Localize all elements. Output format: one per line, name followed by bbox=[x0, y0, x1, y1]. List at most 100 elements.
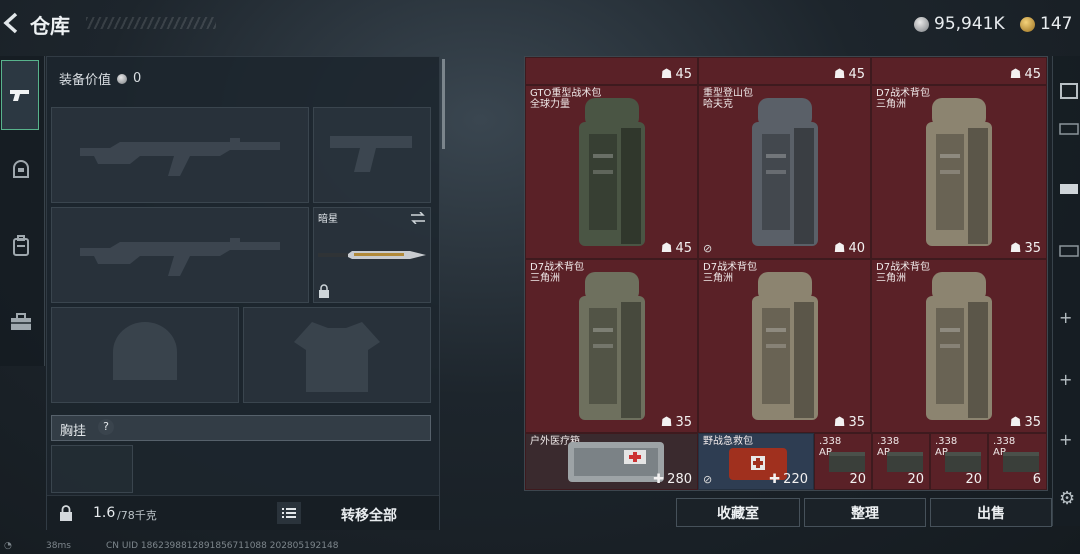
item-capacity: ☗ 35 bbox=[1009, 241, 1041, 256]
helmet-slot[interactable] bbox=[51, 307, 239, 403]
no-export-icon: ⊘ bbox=[703, 473, 713, 486]
rail-container-icon[interactable] bbox=[1059, 80, 1080, 103]
item-capacity: ☗ 35 bbox=[833, 415, 865, 430]
rail-container-item[interactable] bbox=[1059, 180, 1080, 199]
plus-icon: ✚ bbox=[769, 472, 781, 487]
stash-item-ammo[interactable]: .338 AP 20 bbox=[930, 433, 988, 490]
equipment-value-amount: 0 bbox=[133, 71, 142, 86]
sort-button[interactable]: 整理 bbox=[804, 498, 926, 527]
carry-weight: 1.6 bbox=[93, 505, 116, 521]
item-name-line1: 重型登山包 bbox=[703, 88, 753, 99]
item-name: 重型登山包 哈夫克 bbox=[703, 88, 753, 110]
transfer-all-button[interactable]: 转移全部 bbox=[341, 505, 397, 525]
equipment-panel: 装备价值 0 暗星 胸挂 ? 1.6 /78千克 转移全部 bbox=[46, 56, 445, 530]
armor-silhouette-icon bbox=[294, 322, 380, 392]
equipment-value-label: 装备价值 bbox=[59, 73, 112, 88]
medical-case-icon bbox=[568, 442, 664, 482]
item-name-line2: 哈夫克 bbox=[703, 99, 733, 110]
stash-item-backpack[interactable]: D7战术背包 三角洲 ☗ 35 bbox=[525, 259, 698, 433]
secondary-weapon-slot[interactable] bbox=[51, 207, 309, 303]
chest-rig-slot[interactable]: 胸挂 ? bbox=[51, 415, 431, 441]
item-capacity: ☗ 45 bbox=[1009, 67, 1041, 82]
rifle-silhouette-icon bbox=[80, 238, 280, 276]
equipment-value: 装备价值 0 bbox=[59, 69, 141, 88]
rail-container-item[interactable] bbox=[1059, 120, 1080, 139]
stash-item-ammo[interactable]: .338 AP 20 bbox=[872, 433, 930, 490]
stash-item-partial[interactable]: ☗ 45 bbox=[698, 57, 871, 85]
capacity-icon: ☗ bbox=[1009, 415, 1022, 430]
stash-item-partial[interactable]: ☗ 45 bbox=[871, 57, 1047, 85]
capacity-icon: ☗ bbox=[833, 67, 846, 82]
ping-readout: 38ms bbox=[46, 541, 71, 551]
item-capacity: ☗ 45 bbox=[660, 241, 692, 256]
stash-item-backpack[interactable]: D7战术背包 三角洲 ☗ 35 bbox=[698, 259, 871, 433]
uid-readout: CN UID 1862398812891856711088 2028051921… bbox=[106, 541, 339, 551]
pistol-silhouette-icon bbox=[330, 136, 412, 172]
backpack-icon bbox=[13, 235, 29, 256]
add-container-icon[interactable]: + bbox=[1059, 370, 1080, 389]
capacity-icon: ☗ bbox=[660, 241, 673, 256]
gold-coin-icon bbox=[1020, 16, 1035, 32]
weight-lock-icon bbox=[60, 505, 72, 521]
pistol-slot[interactable] bbox=[313, 107, 431, 203]
equipment-scrollbar[interactable] bbox=[442, 59, 445, 149]
collection-room-button[interactable]: 收藏室 bbox=[676, 498, 800, 527]
primary-weapon-slot[interactable] bbox=[51, 107, 309, 203]
item-name-line2: 三角洲 bbox=[876, 273, 906, 284]
item-capacity: ☗ 40 bbox=[833, 241, 865, 256]
stash-item-partial[interactable]: ☗ 45 bbox=[525, 57, 698, 85]
stash-item-medkit[interactable]: 户外医疗箱 ✚ 280 bbox=[525, 433, 698, 490]
melee-slot-label: 暗星 bbox=[318, 214, 338, 225]
item-capacity: ☗ 45 bbox=[660, 67, 692, 82]
item-capacity: ☗ 35 bbox=[1009, 415, 1041, 430]
rail-weapons-tab[interactable] bbox=[1, 60, 39, 130]
status-line: ◔ 38ms CN UID 1862398812891856711088 202… bbox=[0, 540, 1080, 554]
backpack-item-icon bbox=[926, 98, 992, 246]
help-icon[interactable]: ? bbox=[98, 419, 114, 435]
rail-backpack-tab[interactable] bbox=[3, 228, 39, 264]
swap-icon[interactable] bbox=[410, 212, 426, 224]
title-decoration bbox=[86, 17, 216, 29]
stash-item-backpack[interactable]: D7战术背包 三角洲 ☗ 35 bbox=[871, 259, 1047, 433]
backpack-item-icon bbox=[926, 272, 992, 420]
toolbox-icon bbox=[11, 313, 31, 330]
melee-slot[interactable]: 暗星 bbox=[313, 207, 431, 303]
top-bar: 仓库 95,941K 147 bbox=[0, 0, 1080, 48]
item-count: 20 bbox=[849, 472, 866, 487]
item-count: 20 bbox=[965, 472, 982, 487]
settings-gear-icon[interactable]: ⚙ bbox=[1059, 488, 1080, 509]
add-container-icon[interactable]: + bbox=[1059, 308, 1080, 327]
network-wifi-icon: ◔ bbox=[4, 541, 12, 551]
back-arrow-icon[interactable] bbox=[2, 12, 20, 34]
rifle-silhouette-icon bbox=[80, 138, 280, 176]
item-count: 6 bbox=[1032, 472, 1041, 487]
rail-helmet-tab[interactable] bbox=[3, 152, 39, 188]
item-count: ✚ 220 bbox=[769, 472, 808, 487]
currency-gold[interactable]: 147 bbox=[1020, 14, 1072, 34]
currency-gold-amount: 147 bbox=[1040, 14, 1073, 34]
stash-item-backpack[interactable]: GTO重型战术包 全球力量 ☗ 45 bbox=[525, 85, 698, 259]
capacity-icon: ☗ bbox=[660, 67, 673, 82]
rail-container-item[interactable] bbox=[1059, 242, 1080, 261]
item-name-line2: 全球力量 bbox=[530, 99, 570, 110]
stash-grid: ☗ 45 ☗ 45 ☗ 45 GTO重型战术包 全球力量 ☗ 45 重型登山包 哈夫克 ⊘ ☗ 40 D… bbox=[524, 56, 1048, 491]
backpack-item-icon bbox=[751, 272, 818, 420]
stash-item-backpack[interactable]: 重型登山包 哈夫克 ⊘ ☗ 40 bbox=[698, 85, 871, 259]
stash-item-ammo[interactable]: .338 AP 20 bbox=[814, 433, 872, 490]
list-icon[interactable] bbox=[277, 502, 301, 524]
ammo-box-icon bbox=[945, 452, 981, 472]
stash-item-medkit[interactable]: 野战急救包 ⊘ ✚ 220 bbox=[698, 433, 814, 490]
stash-item-backpack[interactable]: D7战术背包 三角洲 ☗ 35 bbox=[871, 85, 1047, 259]
equipment-footer: 1.6 /78千克 转移全部 bbox=[47, 495, 439, 530]
currency-silver[interactable]: 95,941K bbox=[914, 14, 1005, 34]
no-export-icon: ⊘ bbox=[703, 242, 713, 255]
armor-slot[interactable] bbox=[243, 307, 431, 403]
add-container-icon[interactable]: + bbox=[1059, 430, 1080, 449]
item-capacity: ☗ 35 bbox=[660, 415, 692, 430]
pistol-icon bbox=[10, 90, 29, 101]
category-rail bbox=[0, 56, 45, 366]
ammo-box-icon bbox=[1003, 452, 1039, 472]
sell-button[interactable]: 出售 bbox=[930, 498, 1052, 527]
stash-item-ammo[interactable]: .338 AP 6 bbox=[988, 433, 1047, 490]
rail-toolbox-tab[interactable] bbox=[3, 304, 39, 340]
